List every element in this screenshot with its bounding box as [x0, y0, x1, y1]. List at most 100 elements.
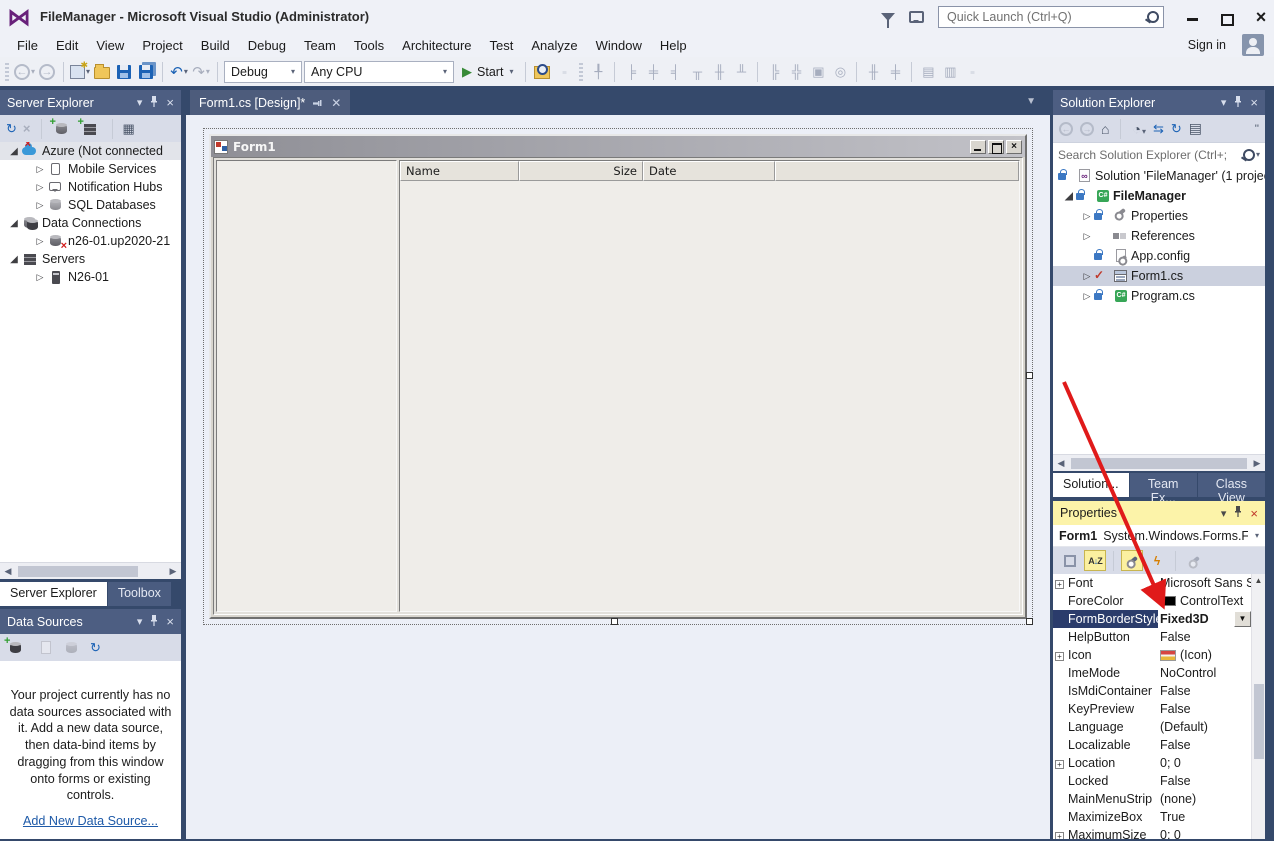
column-header-size[interactable]: Size — [519, 161, 643, 181]
property-row-localizable[interactable]: Localizable False — [1053, 736, 1251, 754]
listview-control[interactable]: Name Size Date — [399, 160, 1020, 612]
refresh-icon[interactable]: ↻ — [90, 640, 101, 656]
vertical-spacing-icon[interactable]: ╪ — [885, 61, 905, 83]
pending-changes-filter-icon[interactable]: ◔▾ — [1132, 121, 1145, 137]
property-grid-vscrollbar[interactable]: ▲ — [1251, 574, 1265, 839]
tab-class-view[interactable]: Class View — [1198, 473, 1265, 497]
properties-titlebar[interactable]: Properties ▾ × — [1053, 501, 1265, 525]
add-new-data-source-icon[interactable] — [8, 641, 24, 655]
form-designer-surface[interactable]: Form1 × Name Size D — [186, 115, 1050, 839]
undo-icon[interactable]: ↶▾ — [169, 61, 189, 83]
property-row-language[interactable]: Language (Default) — [1053, 718, 1251, 736]
scroll-thumb[interactable] — [1254, 684, 1264, 759]
expand-icon[interactable]: ▷ — [1081, 271, 1093, 282]
window-position-dropdown-icon[interactable]: ▾ — [137, 96, 143, 109]
close-icon[interactable]: × — [1250, 506, 1258, 521]
make-same-width-icon[interactable]: ╠ — [764, 61, 784, 83]
menu-window[interactable]: Window — [587, 35, 651, 56]
property-row-helpbutton[interactable]: HelpButton False — [1053, 628, 1251, 646]
refresh-icon[interactable]: ↻ — [1171, 121, 1182, 137]
collapse-icon[interactable]: ◢ — [8, 218, 20, 229]
property-row-maximumsize[interactable]: + MaximumSize 0; 0 — [1053, 826, 1251, 839]
navigate-back-icon[interactable]: ← — [14, 64, 30, 80]
close-icon[interactable]: × — [166, 95, 174, 110]
property-value[interactable]: 0; 0 — [1160, 828, 1181, 839]
property-row-imemode[interactable]: ImeMode NoControl — [1053, 664, 1251, 682]
property-value[interactable]: NoControl — [1160, 666, 1216, 680]
tree-item-notification-hubs[interactable]: ▷ Notification Hubs — [0, 178, 181, 196]
tab-toolbox[interactable]: Toolbox — [108, 582, 171, 606]
window-position-dropdown-icon[interactable]: ▾ — [137, 615, 143, 628]
redo-dropdown-icon[interactable]: ▾ — [206, 67, 210, 76]
close-icon[interactable]: × — [166, 614, 174, 629]
add-new-data-source-link[interactable]: Add New Data Source... — [23, 814, 158, 828]
categorized-icon[interactable] — [1059, 550, 1081, 571]
tree-item-data-connections[interactable]: ◢ Data Connections — [0, 214, 181, 232]
align-bottoms-icon[interactable]: ╨ — [731, 61, 751, 83]
property-value[interactable]: False — [1160, 702, 1191, 716]
scroll-thumb[interactable] — [1071, 458, 1247, 469]
expander-icon[interactable]: + — [1053, 576, 1066, 590]
tree-item-sql-databases[interactable]: ▷ SQL Databases — [0, 196, 181, 214]
menu-team[interactable]: Team — [295, 35, 345, 56]
collapse-icon[interactable]: ◢ — [8, 146, 20, 157]
expand-icon[interactable]: ▷ — [34, 164, 46, 175]
collapse-icon[interactable]: ◢ — [8, 254, 20, 265]
scroll-left-icon[interactable]: ◀ — [1053, 458, 1069, 469]
navigate-back-dropdown-icon[interactable]: ▾ — [31, 67, 35, 76]
refresh-icon[interactable]: ↻ — [6, 121, 17, 137]
pin-icon[interactable] — [313, 96, 323, 110]
tree-item-mobile-services[interactable]: ▷ Mobile Services — [0, 160, 181, 178]
layout-toolbar-grip[interactable] — [579, 63, 583, 81]
property-value[interactable]: Microsoft Sans S — [1160, 576, 1251, 590]
menu-help[interactable]: Help — [651, 35, 696, 56]
menu-analyze[interactable]: Analyze — [522, 35, 586, 56]
tree-item-form1[interactable]: ▷ ✓ Form1.cs — [1053, 266, 1265, 286]
data-sources-titlebar[interactable]: Data Sources ▾ × — [0, 609, 181, 634]
scroll-thumb[interactable] — [18, 566, 138, 577]
listview-body[interactable] — [400, 181, 1019, 611]
undo-dropdown-icon[interactable]: ▾ — [184, 67, 188, 76]
property-value[interactable]: ControlText — [1180, 594, 1243, 608]
expand-icon[interactable]: ▷ — [34, 200, 46, 211]
tree-item-appconfig[interactable]: App.config — [1053, 246, 1265, 266]
sign-in-link[interactable]: Sign in — [1188, 38, 1226, 52]
align-lefts-icon[interactable]: ╞ — [621, 61, 641, 83]
alphabetical-icon[interactable]: A↓Z — [1084, 550, 1106, 571]
minimize-button[interactable] — [1186, 10, 1200, 24]
form-titlebar[interactable]: Form1 × — [211, 136, 1025, 157]
menu-tools[interactable]: Tools — [345, 35, 393, 56]
solution-search-box[interactable]: ▾ — [1053, 142, 1265, 166]
property-row-locked[interactable]: Locked False — [1053, 772, 1251, 790]
property-value[interactable]: False — [1160, 738, 1191, 752]
resize-handle-bottom[interactable] — [611, 618, 618, 625]
close-tab-icon[interactable]: ✕ — [331, 96, 341, 110]
expand-icon[interactable]: ▷ — [34, 272, 46, 283]
notifications-filter-icon[interactable] — [881, 13, 895, 21]
window-position-dropdown-icon[interactable]: ▾ — [1221, 96, 1227, 109]
send-to-back-icon[interactable]: ▥ — [940, 61, 960, 83]
connect-to-database-icon[interactable] — [54, 122, 70, 136]
collapse-icon[interactable]: ◢ — [1063, 191, 1075, 202]
window-position-dropdown-icon[interactable]: ▾ — [1221, 507, 1227, 520]
solution-explorer-hscrollbar[interactable]: ◀ ▶ — [1053, 454, 1265, 471]
expand-icon[interactable]: ▷ — [1081, 211, 1093, 222]
close-icon[interactable]: × — [1250, 95, 1258, 110]
start-debugging-button[interactable]: ▶ Start ▾ — [456, 61, 519, 83]
toolbar-overflow-icon[interactable]: '' — [1255, 123, 1259, 135]
property-row-keypreview[interactable]: KeyPreview False — [1053, 700, 1251, 718]
expander-icon[interactable]: + — [1053, 828, 1066, 839]
property-row-maximizebox[interactable]: MaximizeBox True — [1053, 808, 1251, 826]
tree-item-project-filemanager[interactable]: ◢ C# FileManager — [1053, 186, 1265, 206]
property-value[interactable]: (Default) — [1160, 720, 1208, 734]
pin-icon[interactable] — [150, 615, 158, 629]
form-client-area[interactable]: Name Size Date — [213, 157, 1023, 615]
horizontal-spacing-icon[interactable]: ╫ — [863, 61, 883, 83]
treeview-control[interactable] — [216, 160, 397, 612]
sync-with-active-document-icon[interactable]: ⇆ — [1153, 121, 1164, 137]
property-value[interactable]: False — [1160, 630, 1191, 644]
property-pages-icon[interactable] — [1183, 550, 1205, 571]
server-explorer-titlebar[interactable]: Server Explorer ▾ × — [0, 90, 181, 115]
save-all-icon[interactable] — [139, 65, 153, 79]
expand-icon[interactable]: ▷ — [34, 236, 46, 247]
